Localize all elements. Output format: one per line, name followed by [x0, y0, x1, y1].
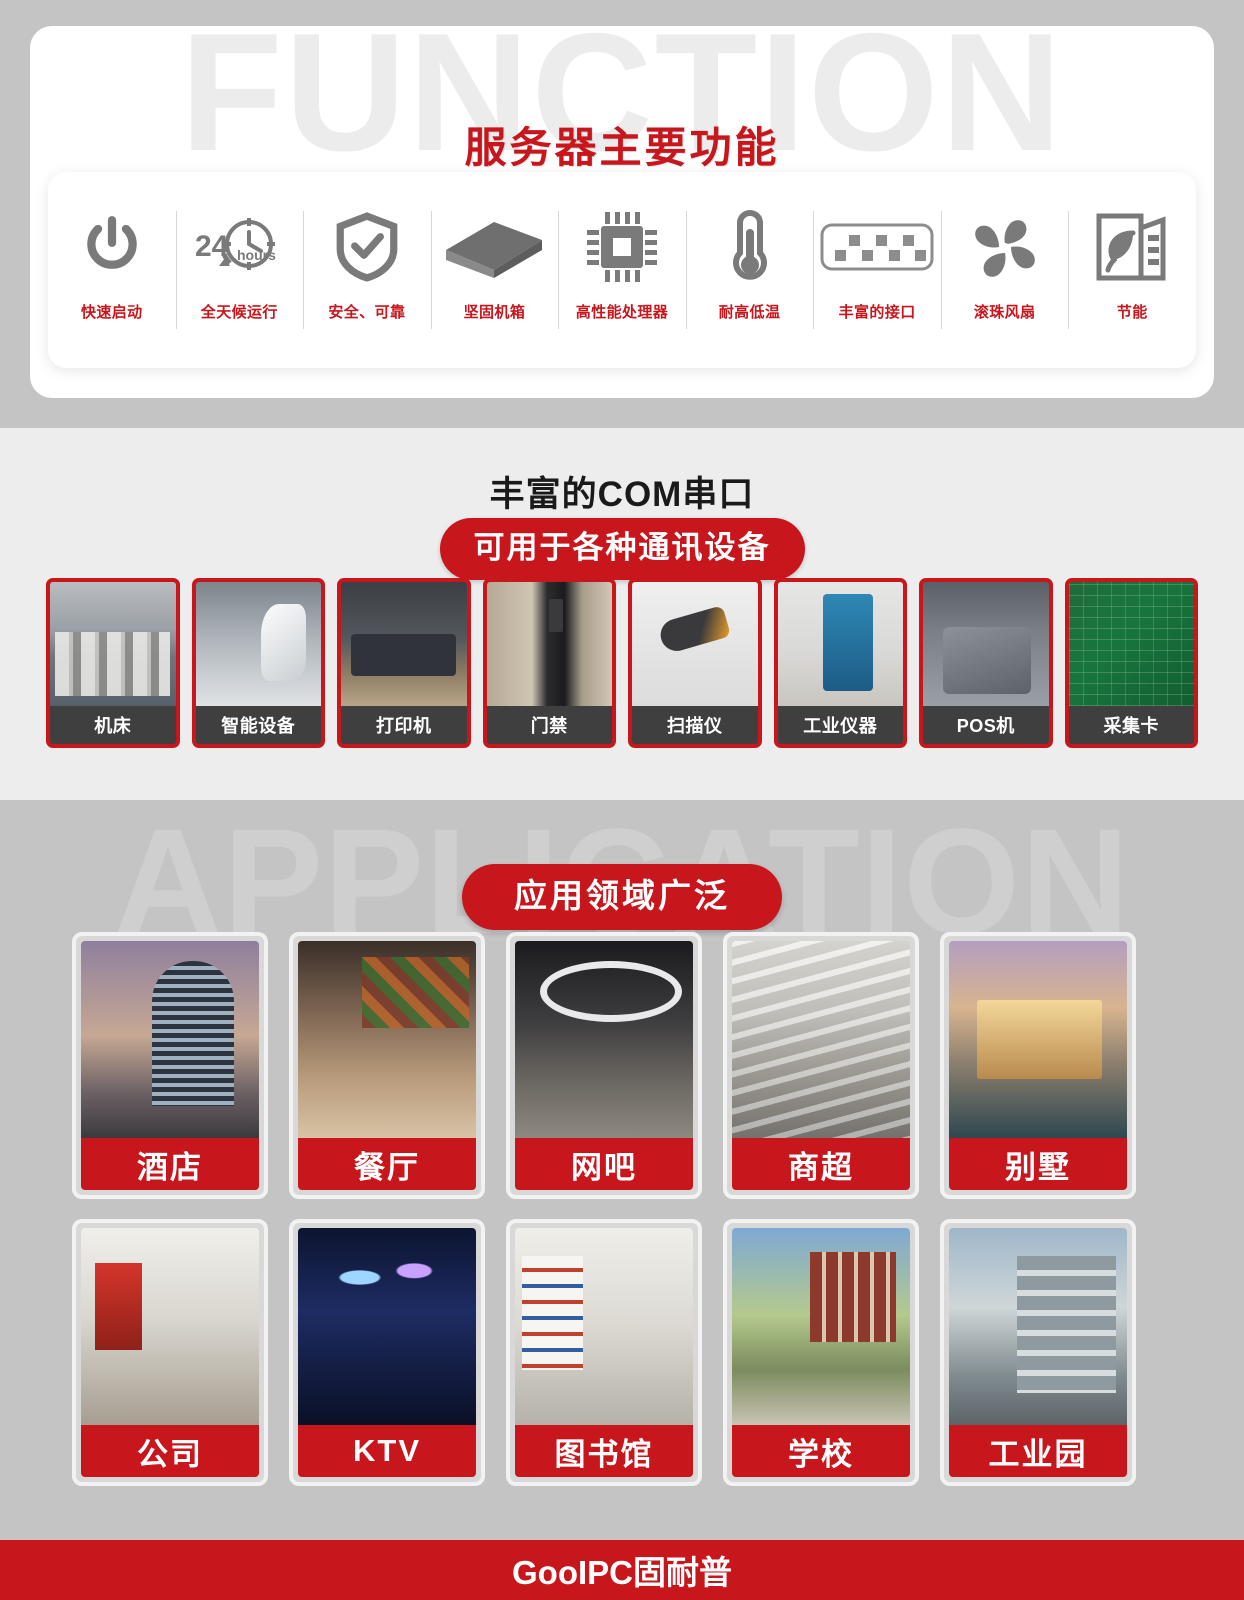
feature-item-rich-interfaces[interactable]: 丰富的接口 — [813, 205, 941, 335]
feature-label: 安全、可靠 — [328, 304, 406, 321]
application-label: 酒店 — [81, 1138, 259, 1190]
function-section: FUNCTION 服务器主要功能 快速启动 24 hours 全天候运行 安全、… — [0, 0, 1244, 428]
eco-leaf-building-icon — [1095, 205, 1169, 289]
com-device-photo — [632, 582, 758, 706]
feature-item-quick-start[interactable]: 快速启动 — [48, 205, 176, 335]
cpu-chip-icon — [585, 205, 659, 289]
feature-label: 高性能处理器 — [575, 304, 669, 321]
application-card[interactable]: 商超 — [723, 932, 919, 1199]
svg-text:hours: hours — [237, 247, 276, 263]
feature-item-rugged-chassis[interactable]: 坚固机箱 — [430, 205, 559, 335]
24hours-clock-icon: 24 hours — [191, 205, 287, 289]
com-section-title: 丰富的COM串口 — [489, 475, 755, 514]
application-photo — [515, 941, 693, 1138]
feature-item-24h-operation[interactable]: 24 hours 全天候运行 — [175, 205, 304, 335]
com-device-label: 门禁 — [486, 706, 612, 744]
application-card[interactable]: KTV — [289, 1219, 485, 1486]
com-device-card[interactable]: POS机 — [919, 578, 1053, 748]
com-device-label: 扫描仪 — [632, 706, 758, 744]
feature-item-safe-reliable[interactable]: 安全、可靠 — [303, 205, 431, 335]
application-label: 学校 — [732, 1425, 910, 1477]
feature-item-ball-bearing-fan[interactable]: 滚珠风扇 — [940, 205, 1069, 335]
com-device-card[interactable]: 打印机 — [337, 578, 471, 748]
application-photo — [949, 941, 1127, 1138]
application-card[interactable]: 图书馆 — [506, 1219, 702, 1486]
feature-label: 全天候运行 — [200, 304, 278, 321]
power-icon — [79, 205, 145, 289]
application-card[interactable]: 公司 — [72, 1219, 268, 1486]
com-device-label: POS机 — [923, 706, 1049, 744]
product-detail-page: FUNCTION 服务器主要功能 快速启动 24 hours 全天候运行 安全、… — [0, 0, 1244, 1600]
application-photo — [515, 1228, 693, 1425]
application-card[interactable]: 网吧 — [506, 932, 702, 1199]
application-card[interactable]: 餐厅 — [289, 932, 485, 1199]
com-device-card[interactable]: 采集卡 — [1064, 578, 1198, 748]
brand-logo: GooIPC固耐普 — [512, 1554, 732, 1591]
application-card[interactable]: 学校 — [723, 1219, 919, 1486]
svg-text:24: 24 — [195, 230, 229, 263]
application-photo — [949, 1228, 1127, 1425]
feature-label: 快速启动 — [80, 304, 143, 321]
application-title-wrap: 应用领域广泛 — [0, 864, 1244, 930]
feature-item-temperature-range[interactable]: 耐高低温 — [685, 205, 814, 335]
chassis-box-icon — [442, 205, 546, 289]
com-device-card[interactable]: 机床 — [46, 578, 180, 748]
application-card[interactable]: 别墅 — [940, 932, 1136, 1199]
feature-label: 坚固机箱 — [463, 304, 526, 321]
application-label: 商超 — [732, 1138, 910, 1190]
com-device-photo — [486, 582, 612, 706]
com-device-card[interactable]: 工业仪器 — [773, 578, 907, 748]
application-photo — [81, 1228, 259, 1425]
com-device-card[interactable]: 扫描仪 — [628, 578, 762, 748]
com-device-photo — [50, 582, 176, 706]
com-device-photo — [195, 582, 321, 706]
application-title-badge: 应用领域广泛 — [462, 864, 782, 930]
com-port-section: 丰富的COM串口 可用于各种通讯设备 机床 智能设备 打印机 门禁 扫描仪 工业… — [0, 428, 1244, 800]
application-label: 图书馆 — [515, 1425, 693, 1477]
com-device-card[interactable]: 门禁 — [482, 578, 616, 748]
function-card: FUNCTION 服务器主要功能 快速启动 24 hours 全天候运行 安全、… — [30, 26, 1214, 398]
application-card[interactable]: 酒店 — [72, 932, 268, 1199]
feature-label: 滚珠风扇 — [973, 304, 1036, 321]
com-device-label: 采集卡 — [1068, 706, 1194, 744]
application-card[interactable]: 工业园 — [940, 1219, 1136, 1486]
application-label: 工业园 — [949, 1425, 1127, 1477]
feature-icon-row: 快速启动 24 hours 全天候运行 安全、可靠 坚固机箱 高性能处理器 耐高… — [48, 172, 1196, 368]
com-device-photo — [923, 582, 1049, 706]
footer-bar: GooIPC固耐普 — [0, 1540, 1244, 1600]
com-device-label: 打印机 — [341, 706, 467, 744]
io-ports-icon — [819, 205, 935, 289]
feature-label: 耐高低温 — [718, 304, 781, 321]
application-label: 餐厅 — [298, 1138, 476, 1190]
com-device-card[interactable]: 智能设备 — [191, 578, 325, 748]
feature-label: 丰富的接口 — [838, 304, 916, 321]
com-device-photo — [341, 582, 467, 706]
application-grid: 酒店 餐厅 网吧 商超 别墅 公司 KTV 图书馆 学校 工业园 — [72, 932, 1172, 1486]
application-section: APPLICATION 应用领域广泛 酒店 餐厅 网吧 商超 — [0, 800, 1244, 1540]
application-photo — [298, 1228, 476, 1425]
com-device-label: 智能设备 — [195, 706, 321, 744]
com-subtitle-wrap: 可用于各种通讯设备 — [0, 518, 1244, 580]
com-subtitle-badge: 可用于各种通讯设备 — [439, 518, 805, 580]
com-device-label: 机床 — [50, 706, 176, 744]
thermometer-icon — [728, 205, 772, 289]
application-label: 别墅 — [949, 1138, 1127, 1190]
feature-item-energy-saving[interactable]: 节能 — [1068, 205, 1196, 335]
com-device-label: 工业仪器 — [777, 706, 903, 744]
application-label: 公司 — [81, 1425, 259, 1477]
application-photo — [732, 941, 910, 1138]
function-section-title: 服务器主要功能 — [464, 124, 780, 171]
application-photo — [732, 1228, 910, 1425]
fan-icon — [966, 205, 1044, 289]
application-photo — [81, 941, 259, 1138]
shield-check-icon — [334, 205, 400, 289]
feature-label: 节能 — [1116, 304, 1148, 321]
feature-item-high-perf-cpu[interactable]: 高性能处理器 — [558, 205, 686, 335]
com-device-photo — [777, 582, 903, 706]
application-label: 网吧 — [515, 1138, 693, 1190]
application-photo — [298, 941, 476, 1138]
application-label: KTV — [298, 1425, 476, 1477]
com-device-grid: 机床 智能设备 打印机 门禁 扫描仪 工业仪器 POS机 采集卡 — [46, 578, 1198, 748]
com-device-photo — [1068, 582, 1194, 706]
